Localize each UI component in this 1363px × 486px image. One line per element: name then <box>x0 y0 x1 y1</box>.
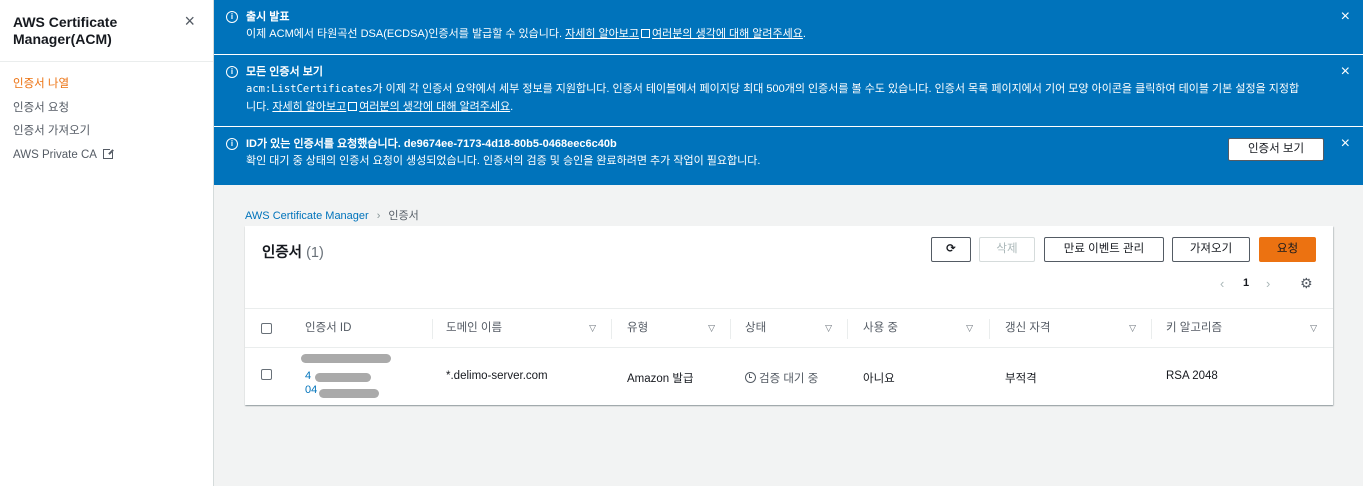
column-divider <box>432 319 433 339</box>
column-divider <box>730 319 731 339</box>
key-algorithm-value: RSA 2048 <box>1166 370 1218 382</box>
renewal-eligibility-value: 부적격 <box>1005 373 1037 385</box>
clock-icon <box>745 372 756 383</box>
column-label: 상태 <box>745 322 767 334</box>
column-header-renewal-eligibility[interactable]: 갱신 자격 ▽ <box>1005 309 1136 348</box>
flash-title: 모든 인증서 보기 <box>246 66 323 78</box>
close-icon[interactable]: × <box>1341 136 1350 152</box>
chevron-right-icon[interactable]: › <box>1266 276 1270 291</box>
column-divider <box>847 319 848 339</box>
flash-certificate-requested: i ID가 있는 인증서를 요청했습니다. de9674ee-7173-4d18… <box>214 127 1363 185</box>
sidebar-header: AWS Certificate Manager(ACM) × <box>0 0 213 62</box>
in-use-value: 아니요 <box>863 373 895 385</box>
refresh-button[interactable]: ⟳ <box>931 237 971 262</box>
column-header-certificate-id[interactable]: 인증서 ID <box>305 309 430 348</box>
page-number[interactable]: 1 <box>1243 277 1249 289</box>
sidebar-nav: 인증서 나열 인증서 요청 인증서 가져오기 AWS Private CA <box>0 62 213 167</box>
sidebar-item-request-certificate[interactable]: 인증서 요청 <box>0 97 213 121</box>
sort-icon: ▽ <box>825 323 832 333</box>
side-navigation: AWS Certificate Manager(ACM) × 인증서 나열 인증… <box>0 0 214 486</box>
column-divider <box>989 319 990 339</box>
info-icon: i <box>226 66 238 78</box>
sort-icon: ▽ <box>1129 323 1136 333</box>
column-header-key-algorithm[interactable]: 키 알고리즘 ▽ <box>1166 309 1317 348</box>
column-header-status[interactable]: 상태 ▽ <box>745 309 832 348</box>
status-badge: 검증 대기 중 <box>745 370 818 386</box>
gear-icon[interactable]: ⚙ <box>1300 275 1313 292</box>
close-icon[interactable]: × <box>1341 64 1350 80</box>
table-title: 인증서 (1) <box>262 241 324 262</box>
delete-button[interactable]: 삭제 <box>979 237 1035 262</box>
flash-all-certificates: i 모든 인증서 보기 acm:ListCertificates가 이제 각 인… <box>214 55 1363 127</box>
view-certificate-button[interactable]: 인증서 보기 <box>1228 138 1324 161</box>
breadcrumb-current: 인증서 <box>388 210 419 222</box>
info-icon: i <box>226 11 238 23</box>
feedback-link[interactable]: 여러분의 생각에 대해 알려주세요 <box>652 28 803 40</box>
column-header-domain-name[interactable]: 도메인 이름 ▽ <box>446 309 596 348</box>
import-button[interactable]: 가져오기 <box>1172 237 1250 262</box>
close-icon[interactable]: × <box>184 12 195 30</box>
learn-more-link[interactable]: 자세히 알아보고 <box>272 101 346 113</box>
flash-period: . <box>510 101 514 113</box>
row-checkbox[interactable] <box>261 369 272 380</box>
column-label: 사용 중 <box>863 322 898 334</box>
api-code: acm:ListCertificates <box>246 83 373 95</box>
flash-title: ID가 있는 인증서를 요청했습니다. de9674ee-7173-4d18-8… <box>246 138 617 150</box>
sidebar-title: AWS Certificate Manager(ACM) <box>13 14 118 47</box>
column-label: 키 알고리즘 <box>1166 322 1223 334</box>
flash-period: . <box>802 28 806 40</box>
table-title-text: 인증서 <box>262 245 303 261</box>
redacted-id <box>301 354 391 363</box>
column-divider <box>611 319 612 339</box>
column-label: 도메인 이름 <box>446 322 503 334</box>
feedback-link[interactable]: 여러분의 생각에 대해 알려주세요 <box>359 101 510 113</box>
table-header: 인증서 ID 도메인 이름 ▽ 유형 ▽ 상태 ▽ 사용 중 ▽ 갱신 자격 ▽ 키 알고… <box>245 308 1333 348</box>
redacted-id <box>315 373 371 382</box>
external-link-icon <box>348 102 358 111</box>
redacted-id <box>319 389 379 398</box>
domain-name: *.delimo-server.com <box>446 370 548 382</box>
column-label: 유형 <box>627 322 649 334</box>
column-header-type[interactable]: 유형 ▽ <box>627 309 715 348</box>
external-link-icon <box>102 146 115 159</box>
manage-expiry-events-button[interactable]: 만료 이벤트 관리 <box>1044 237 1164 262</box>
flash-text: 이제 ACM에서 타원곡선 DSA(ECDSA)인증서를 발급할 수 있습니다.… <box>246 25 1303 43</box>
chevron-right-icon: › <box>376 210 381 222</box>
sidebar-item-import-certificate[interactable]: 인증서 가져오기 <box>0 120 213 144</box>
flash-message: 확인 대기 중 상태의 인증서 요청이 생성되었습니다. 인증서의 검증 및 승… <box>246 155 761 167</box>
table-row: 4 04 *.delimo-server.com Amazon 발급 검증 대기… <box>245 348 1333 404</box>
column-label: 갱신 자격 <box>1005 322 1051 334</box>
sort-icon: ▽ <box>708 323 715 333</box>
sidebar-item-list-certificates[interactable]: 인증서 나열 <box>0 73 213 97</box>
sort-icon: ▽ <box>589 323 596 333</box>
breadcrumb: AWS Certificate Manager › 인증서 <box>245 207 419 223</box>
sort-icon: ▽ <box>1310 323 1317 333</box>
flash-release-announcement: i 출시 발표 이제 ACM에서 타원곡선 DSA(ECDSA)인증서를 발급할… <box>214 0 1363 55</box>
flash-text: acm:ListCertificates가 이제 각 인증서 요약에서 세부 정… <box>246 80 1303 116</box>
sort-icon: ▽ <box>966 323 973 333</box>
info-icon: i <box>226 138 238 150</box>
breadcrumb-root-link[interactable]: AWS Certificate Manager <box>245 210 369 222</box>
certificate-id-line: 04 <box>305 384 318 396</box>
column-header-in-use[interactable]: 사용 중 ▽ <box>863 309 973 348</box>
column-label: 인증서 ID <box>305 322 352 334</box>
chevron-left-icon[interactable]: ‹ <box>1220 276 1224 291</box>
external-link-icon <box>641 29 651 38</box>
certificates-table: 인증서 (1) ⟳ 삭제 만료 이벤트 관리 가져오기 요청 ‹ 1 › ⚙ 인… <box>245 226 1333 405</box>
learn-more-link[interactable]: 자세히 알아보고 <box>565 28 639 40</box>
status-text: 검증 대기 중 <box>759 373 819 385</box>
certificate-type: Amazon 발급 <box>627 373 694 385</box>
select-all-checkbox[interactable] <box>261 323 272 334</box>
sidebar-item-label: AWS Private CA <box>13 148 97 161</box>
request-button[interactable]: 요청 <box>1259 237 1316 262</box>
column-divider <box>1151 319 1152 339</box>
flash-title: 출시 발표 <box>246 11 290 23</box>
flash-message: 이제 ACM에서 타원곡선 DSA(ECDSA)인증서를 발급할 수 있습니다. <box>246 28 563 40</box>
sidebar-item-private-ca[interactable]: AWS Private CA <box>0 144 213 168</box>
table-count: (1) <box>306 245 324 261</box>
close-icon[interactable]: × <box>1341 9 1350 25</box>
